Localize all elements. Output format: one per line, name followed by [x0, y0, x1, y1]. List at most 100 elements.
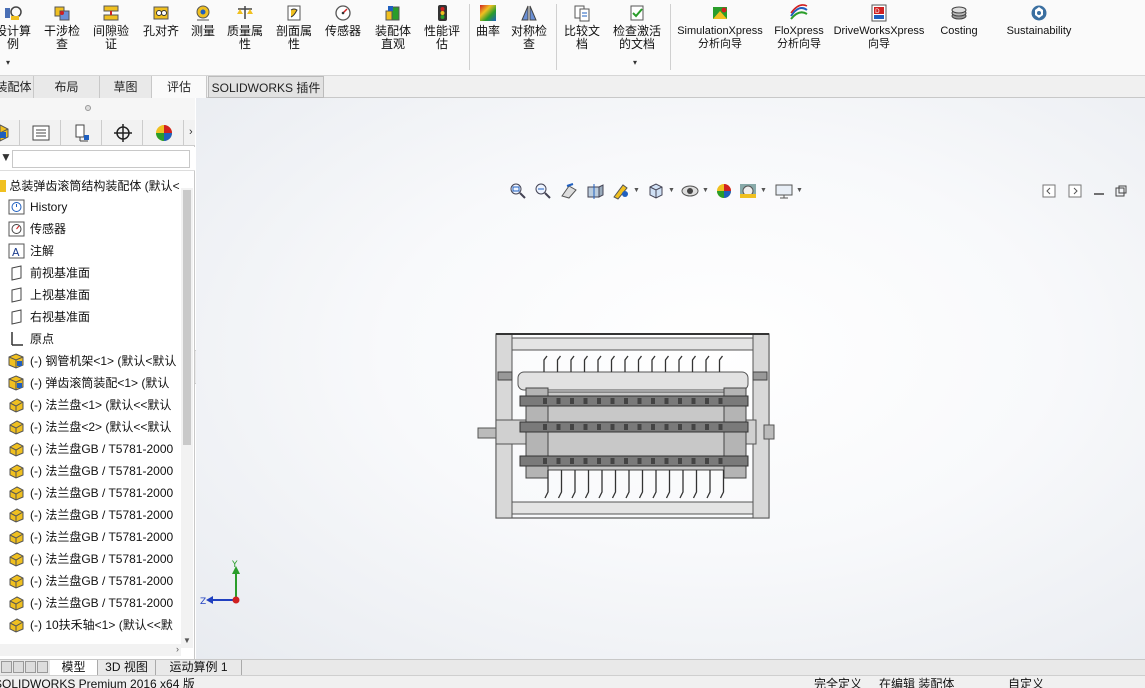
tree-item[interactable]: (-) 法兰盘GB / T5781-2000	[8, 591, 180, 613]
tree-item[interactable]: History	[8, 195, 180, 217]
chevron-right-icon[interactable]: ›	[189, 126, 193, 138]
tree-item[interactable]: (-) 钢管机架<1> (默认<默认	[8, 349, 180, 371]
performance-evaluation-button[interactable]: 性能评估	[419, 4, 465, 51]
units-custom-status[interactable]: 自定义	[1008, 678, 1044, 688]
scroll-right-arrow-icon[interactable]: ›	[176, 644, 179, 654]
tree-item[interactable]: (-) 法兰盘GB / T5781-2000	[8, 459, 180, 481]
restore-icon[interactable]	[1114, 184, 1128, 198]
check-active-document-button[interactable]: 检查激活的文档	[608, 4, 666, 51]
simulationxpress-button[interactable]: SimulationXpress 分析向导	[674, 4, 766, 51]
design-study-button[interactable]: 设计算例	[0, 4, 32, 51]
panel-collapse-handle[interactable]	[85, 105, 91, 111]
tree-vertical-scrollbar[interactable]: ▼	[181, 188, 193, 648]
chevron-down-icon[interactable]: ▼	[760, 187, 767, 194]
last-tab-arrow-icon[interactable]	[37, 661, 48, 673]
interference-check-button[interactable]: 干涉检查	[40, 4, 84, 51]
feature-manager-tab[interactable]	[0, 120, 20, 146]
chevron-down-icon[interactable]: ▾	[6, 58, 10, 67]
tile-right-icon[interactable]	[1068, 184, 1082, 198]
spring-tooth	[679, 470, 684, 499]
tree-item[interactable]: A 注解	[8, 239, 180, 261]
compare-documents-button[interactable]: 比较文档	[559, 4, 605, 51]
floxpress-button[interactable]: FloXpress 分析向导	[770, 4, 828, 51]
tree-filter-row: ▼	[0, 147, 195, 171]
tree-item[interactable]: 前视基准面	[8, 261, 180, 283]
tile-left-icon[interactable]	[1042, 184, 1056, 198]
assembly-model-view[interactable]	[476, 332, 776, 522]
view-orientation-icon[interactable]	[646, 182, 666, 200]
tree-item[interactable]: (-) 弹齿滚筒装配<1> (默认	[8, 371, 180, 393]
mass-properties-button[interactable]: 质量属性	[223, 4, 267, 51]
section-properties-button[interactable]: 剖面属性	[272, 4, 316, 51]
chevron-down-icon[interactable]: ▾	[633, 58, 637, 67]
subassembly-icon	[8, 353, 25, 369]
dimxpert-manager-tab[interactable]	[103, 120, 143, 146]
dynamic-annotation-icon[interactable]	[611, 182, 631, 200]
tree-item[interactable]: (-) 法兰盘GB / T5781-2000	[8, 547, 180, 569]
tree-item[interactable]: (-) 法兰盘GB / T5781-2000	[8, 503, 180, 525]
tree-item[interactable]: (-) 法兰盘<2> (默认<<默认	[8, 415, 180, 437]
tree-item[interactable]: (-) 法兰盘GB / T5781-2000	[8, 569, 180, 591]
tab-solidworks-addins[interactable]: SOLIDWORKS 插件	[208, 76, 324, 98]
graphics-viewport[interactable]: ▼ ▼ ▼ ▼ ▼ Y Z	[196, 98, 1145, 660]
assembly-visualization-button[interactable]: 装配体直观	[370, 4, 416, 51]
scroll-down-arrow-icon[interactable]: ▼	[181, 636, 193, 648]
display-style-icon[interactable]	[680, 182, 700, 200]
driveworksxpress-button[interactable]: D DriveWorksXpress 向导	[832, 4, 926, 51]
tree-item[interactable]: (-) 法兰盘<1> (默认<<默认	[8, 393, 180, 415]
tree-item[interactable]: 上视基准面	[8, 283, 180, 305]
tab-motion-study-1[interactable]: 运动算例 1	[156, 660, 242, 675]
tree-item-label: 右视基准面	[30, 309, 91, 324]
sensor-button[interactable]: 传感器	[320, 4, 366, 38]
tree-filter-input[interactable]	[12, 150, 190, 168]
apply-scene-icon[interactable]	[738, 182, 758, 200]
tab-3d-views[interactable]: 3D 视图	[98, 660, 156, 675]
scroll-thumb[interactable]	[183, 190, 191, 445]
chevron-down-icon[interactable]: ▼	[633, 187, 640, 194]
property-manager-tab[interactable]	[21, 120, 61, 146]
tree-item[interactable]: 传感器	[8, 217, 180, 239]
view-settings-icon[interactable]	[774, 182, 794, 200]
previous-view-icon[interactable]	[559, 182, 579, 200]
tab-sketch[interactable]: 草图	[100, 76, 152, 98]
tab-layout[interactable]: 布局	[34, 76, 100, 98]
curvature-button[interactable]: 曲率	[472, 4, 504, 38]
section-view-icon[interactable]	[585, 182, 605, 200]
tree-item[interactable]: (-) 法兰盘GB / T5781-2000	[8, 525, 180, 547]
zoom-to-fit-icon[interactable]	[508, 182, 528, 200]
tab-model[interactable]: 模型	[50, 660, 98, 675]
measure-button[interactable]: 测量	[186, 4, 220, 38]
tree-item[interactable]: (-) 10扶禾轴<1> (默认<<默	[8, 613, 180, 635]
chevron-down-icon[interactable]: ▼	[668, 187, 675, 194]
chevron-down-icon[interactable]: ▼	[702, 187, 709, 194]
hole-alignment-button[interactable]: 孔对齐	[139, 4, 183, 38]
tree-item[interactable]: (-) 法兰盘GB / T5781-2000	[8, 481, 180, 503]
symmetry-check-button[interactable]: 对称检查	[507, 4, 551, 51]
filter-icon[interactable]: ▼	[0, 150, 12, 164]
spring-tooth	[583, 355, 589, 372]
sustainability-button[interactable]: Sustainability	[1000, 4, 1078, 38]
spring-tooth	[570, 355, 575, 372]
tab-evaluate[interactable]: 评估	[152, 76, 207, 98]
clearance-verification-button[interactable]: 间隙验证	[89, 4, 133, 51]
tree-root-assembly[interactable]: 总装弹齿滚筒结构装配体 (默认<	[0, 177, 195, 195]
display-manager-tab[interactable]	[144, 120, 184, 146]
zoom-to-area-icon[interactable]	[533, 182, 553, 200]
tree-item[interactable]: 右视基准面	[8, 305, 180, 327]
tree-item[interactable]: (-) 法兰盘GB / T5781-2000	[8, 437, 180, 459]
tooth-clamp	[705, 424, 709, 430]
configuration-manager-tab[interactable]	[62, 120, 102, 146]
tab-assembly[interactable]: 装配体	[0, 76, 34, 98]
tree-horizontal-scrollbar[interactable]: ›	[0, 644, 181, 656]
check-active-document-icon	[630, 5, 644, 21]
minimize-icon[interactable]	[1092, 184, 1106, 198]
tree-item[interactable]: 原点	[8, 327, 180, 349]
chevron-down-icon[interactable]: ▼	[796, 187, 803, 194]
edit-appearance-icon[interactable]	[714, 182, 734, 200]
first-tab-arrow-icon[interactable]	[1, 661, 12, 673]
spring-tooth	[638, 470, 644, 499]
next-tab-arrow-icon[interactable]	[25, 661, 36, 673]
prev-tab-arrow-icon[interactable]	[13, 661, 24, 673]
costing-button[interactable]: Costing	[933, 4, 985, 38]
sensor-folder-icon	[8, 221, 25, 237]
